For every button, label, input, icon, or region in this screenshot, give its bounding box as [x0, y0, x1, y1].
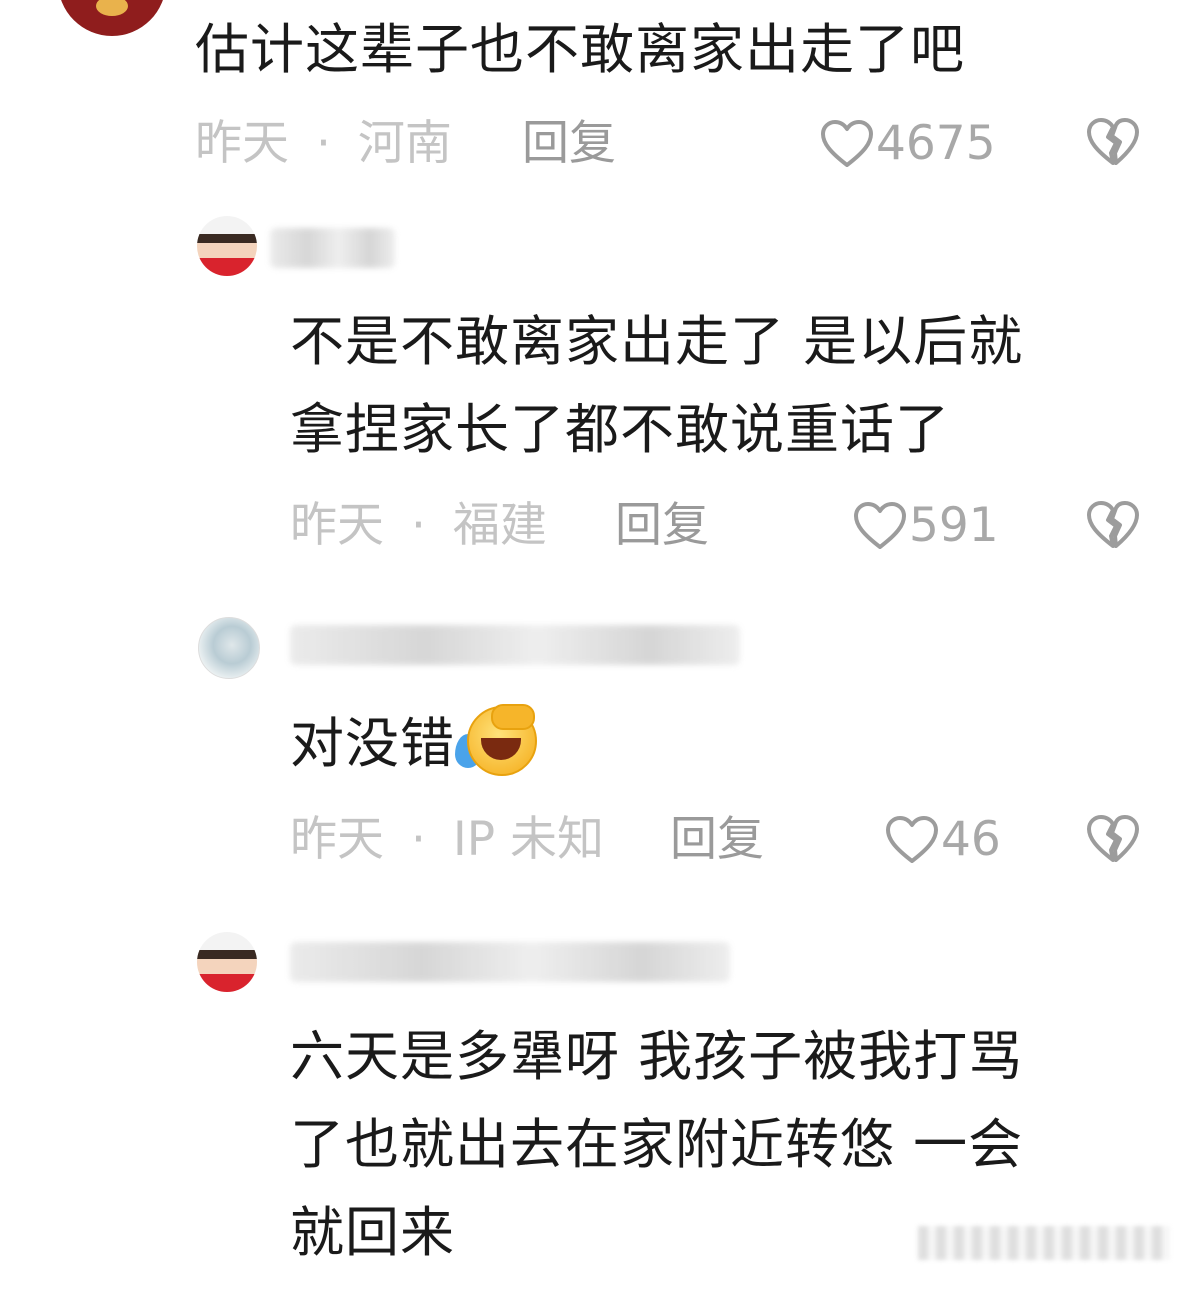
broken-heart-icon [1086, 501, 1140, 554]
reply-line: 对没错 [290, 712, 455, 775]
reply-button[interactable]: 回复 [670, 810, 764, 870]
dislike-button[interactable] [1086, 814, 1140, 868]
like-button[interactable]: 4675 [820, 114, 996, 174]
username[interactable] [290, 625, 740, 665]
comment-time: 昨天 [195, 116, 289, 171]
heart-outline-icon [885, 815, 939, 865]
heart-outline-icon [820, 119, 874, 169]
reply-text: 对没错 [290, 700, 537, 788]
avatar[interactable] [198, 617, 260, 679]
comment-meta: 昨天 · 福建 [290, 496, 547, 556]
dislike-button[interactable] [1086, 500, 1140, 554]
comment-location: 河南 [357, 116, 452, 171]
watermark [918, 1226, 1170, 1260]
like-button[interactable]: 46 [885, 810, 1001, 870]
reply-line: 就回来 [290, 1201, 455, 1264]
reply-line: 六天是多犟呀 我孩子被我打骂 [290, 1025, 1024, 1088]
comment-time: 昨天 [290, 498, 384, 553]
comment-meta: 昨天 · IP 未知 [290, 810, 604, 870]
rofl-emoji [455, 704, 537, 776]
comment-location: IP 未知 [452, 812, 605, 867]
dislike-button[interactable] [1086, 117, 1140, 171]
comment-meta: 昨天 · 河南 [195, 114, 452, 174]
avatar[interactable] [197, 932, 257, 992]
like-count: 4675 [876, 116, 996, 171]
username[interactable] [290, 942, 730, 982]
reply-button[interactable]: 回复 [522, 114, 616, 174]
broken-heart-icon [1086, 815, 1140, 868]
comment-location: 福建 [452, 498, 547, 553]
like-count: 46 [941, 812, 1001, 867]
broken-heart-icon [1086, 118, 1140, 171]
meta-separator: · [410, 812, 426, 867]
comment-text: 估计这辈子也不敢离家出走了吧 [195, 18, 965, 81]
username[interactable] [270, 228, 395, 268]
reply-line: 了也就出去在家附近转悠 一会 [290, 1113, 1024, 1176]
reply-text: 六天是多犟呀 我孩子被我打骂 了也就出去在家附近转悠 一会 就回来 [290, 1013, 1023, 1277]
comment-time: 昨天 [290, 812, 384, 867]
reply-line: 不是不敢离家出走了 是以后就 [290, 310, 1024, 373]
reply-button[interactable]: 回复 [615, 496, 709, 556]
reply-line: 拿捏家长了都不敢说重话了 [290, 398, 950, 461]
avatar[interactable] [58, 0, 166, 36]
like-button[interactable]: 591 [853, 496, 999, 556]
meta-separator: · [315, 116, 331, 171]
meta-separator: · [410, 498, 426, 553]
heart-outline-icon [853, 501, 907, 551]
reply-text: 不是不敢离家出走了 是以后就 拿捏家长了都不敢说重话了 [290, 298, 1023, 474]
avatar[interactable] [197, 216, 257, 276]
like-count: 591 [909, 498, 999, 553]
